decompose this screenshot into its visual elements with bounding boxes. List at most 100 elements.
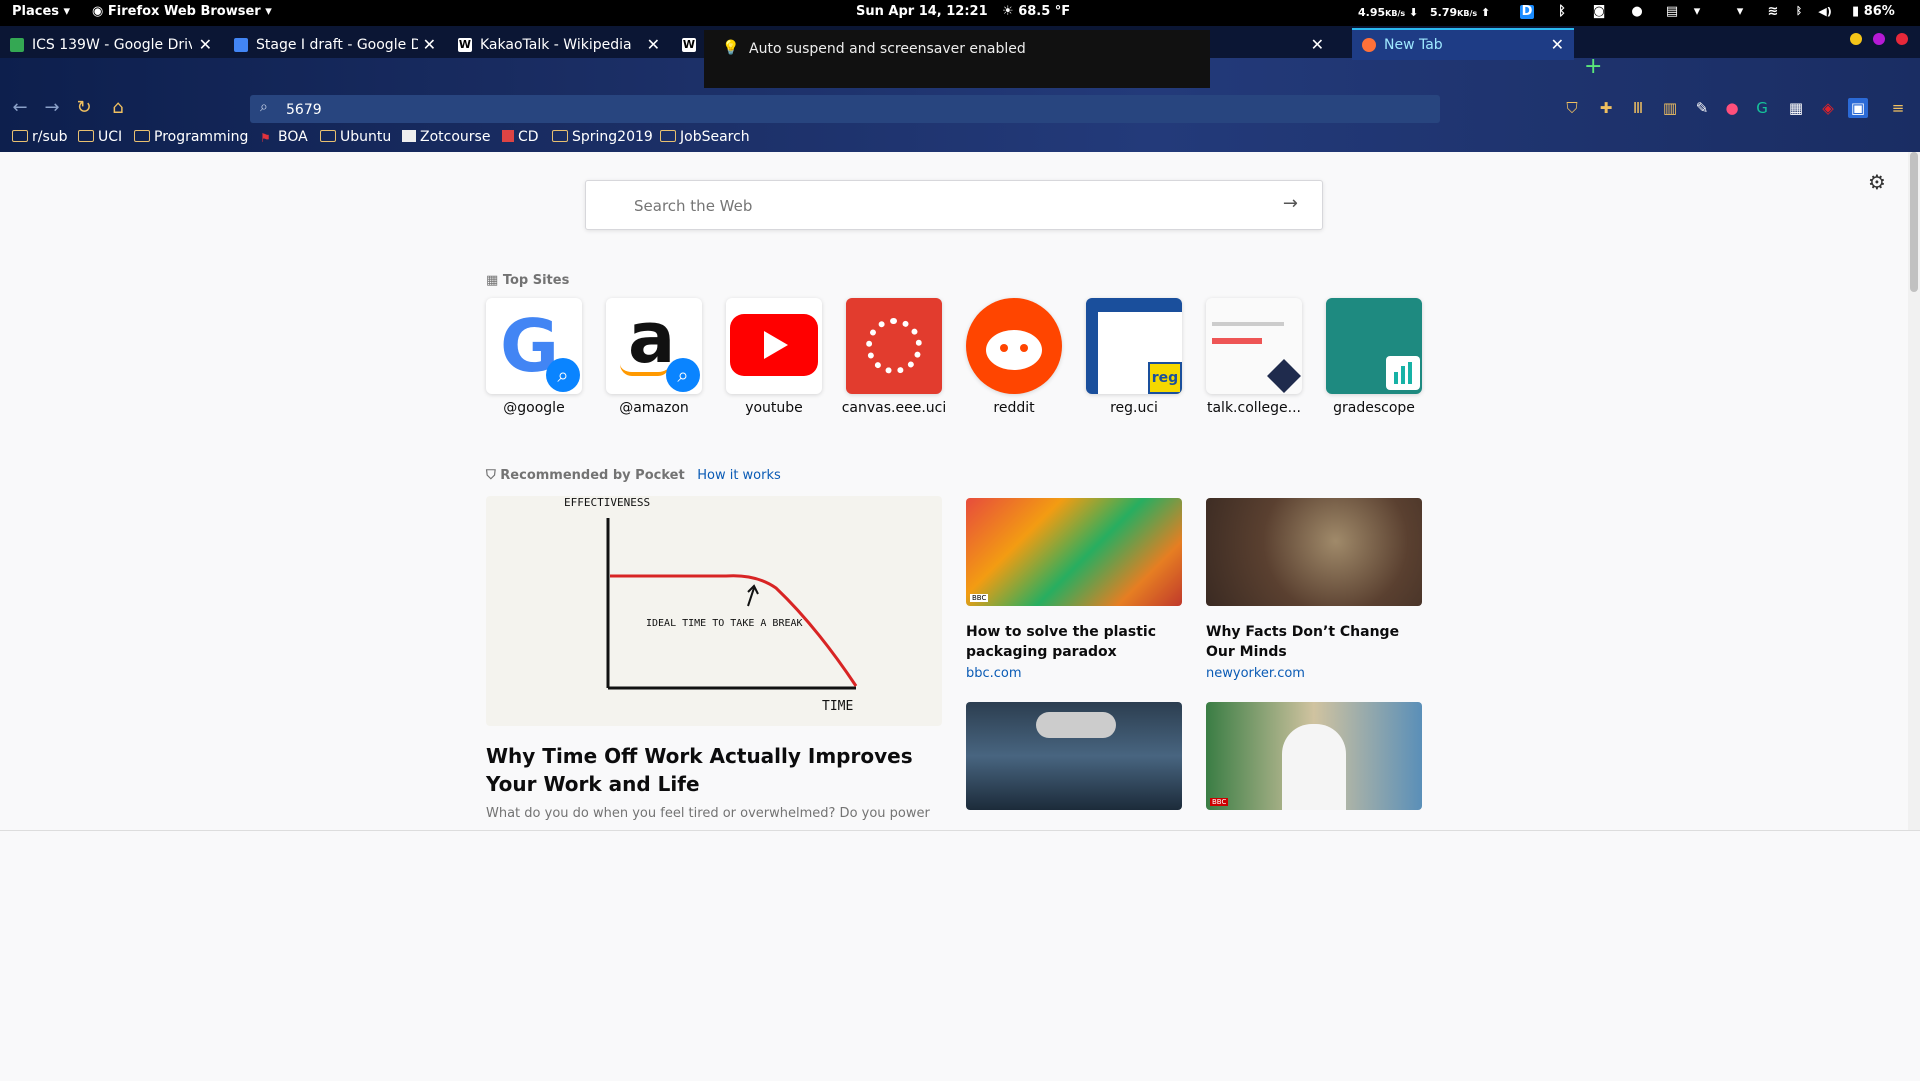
search-input[interactable] [632, 181, 1256, 231]
sidebar-icon[interactable]: ▥ [1660, 98, 1680, 118]
scrollbar-thumb[interactable] [1910, 152, 1918, 292]
url-bar[interactable]: ⌕ [250, 95, 1440, 125]
bookmark-ubuntu[interactable]: Ubuntu [320, 129, 391, 149]
pocket-toolbar-icon[interactable]: ⛉ [1562, 98, 1582, 118]
app-menu[interactable]: ◉ Firefox Web Browser ▾ [92, 4, 272, 19]
home-button[interactable]: ⌂ [106, 96, 130, 120]
reload-button[interactable]: ↻ [72, 96, 96, 120]
tab-google-drive[interactable]: ICS 139W - Google Drive ✕ [0, 30, 222, 60]
forward-button[interactable]: → [40, 96, 64, 120]
library-icon[interactable]: Ⅲ [1628, 98, 1648, 118]
bookmark-spring2019[interactable]: Spring2019 [552, 129, 653, 149]
top-site-label: canvas.eee.uci [841, 400, 947, 416]
volume-icon[interactable]: ◀) [1818, 5, 1832, 19]
back-button[interactable]: ← [8, 96, 32, 120]
youtube-tile [726, 298, 822, 394]
bookmark-programming[interactable]: Programming [134, 129, 248, 149]
bbc-news-badge: BBC [970, 594, 989, 602]
dropbox-icon[interactable]: D [1520, 5, 1534, 19]
web-search-box[interactable]: → [585, 180, 1323, 231]
pocket-title: Recommended by Pocket [500, 468, 685, 483]
tab-new-tab[interactable]: New Tab ✕ [1352, 28, 1574, 60]
youtube-logo-icon [730, 314, 818, 376]
pocket-feature-card[interactable]: EFFECTIVENESS TIME IDEAL TIME TO TAKE A … [486, 496, 942, 836]
pocket-card[interactable] [966, 702, 1182, 830]
wikipedia-icon: W [682, 38, 696, 52]
new-tab-button[interactable]: + [1584, 56, 1602, 78]
screenshot-icon[interactable]: ◙ [1592, 5, 1606, 19]
top-site-label: gradescope [1333, 400, 1415, 416]
wifi-icon[interactable]: ≋ [1766, 5, 1780, 19]
clock[interactable]: Sun Apr 14, 12:21 [856, 4, 988, 19]
canvas-tile [846, 298, 942, 394]
arrow-right-icon[interactable]: → [1283, 193, 1298, 214]
top-sites-header: ▦ Top Sites [486, 273, 569, 288]
top-site-label: reddit [993, 400, 1035, 416]
how-it-works-link[interactable]: How it works [697, 468, 781, 483]
close-window-button[interactable] [1896, 33, 1908, 45]
chevron-down-icon[interactable]: ▾ [1733, 5, 1747, 19]
close-icon[interactable]: ✕ [1311, 35, 1324, 54]
bookmark-rsub[interactable]: r/sub [12, 129, 68, 149]
bluetooth-small-icon[interactable]: ᛒ [1792, 5, 1806, 19]
addon-icon-4[interactable]: ▣ [1848, 98, 1868, 118]
search-icon: ⌕ [260, 99, 268, 115]
pocket-card[interactable]: BBC How to solve the plastic packaging p… [966, 498, 1182, 688]
minimize-button[interactable] [1850, 33, 1862, 45]
pocket-card[interactable]: Why Facts Don’t Change Our Minds newyork… [1206, 498, 1422, 688]
places-menu[interactable]: Places ▾ [12, 4, 70, 19]
tab-hidden[interactable]: ✕ [1212, 30, 1334, 60]
close-icon[interactable]: ✕ [1551, 35, 1564, 54]
gradescope-logo-icon [1386, 356, 1420, 390]
bookmark-zotcourse[interactable]: Zotcourse [402, 129, 490, 149]
card-image [966, 702, 1182, 810]
net-down-value: 4.95 [1358, 6, 1386, 19]
firefox-icon: ◉ [92, 4, 104, 19]
tab-google-docs[interactable]: Stage I draft - Google Docs ✕ [224, 30, 446, 60]
bookmark-label: JobSearch [680, 129, 750, 145]
reg-badge-icon: reg [1148, 362, 1182, 394]
cloud-shape [1036, 712, 1116, 738]
extensions-icon[interactable]: ✚ [1596, 98, 1616, 118]
bluetooth-icon[interactable]: ᛒ [1555, 5, 1569, 19]
net-speed-indicator[interactable]: 4.95KB/s ⬇ 5.79KB/s ⬆ [1358, 6, 1490, 19]
menu-icon[interactable]: ≡ [1888, 98, 1908, 118]
url-input[interactable] [284, 95, 1428, 125]
card-image [1206, 498, 1422, 606]
bookmark-label: UCI [98, 129, 123, 145]
wikipedia-icon: W [458, 38, 472, 52]
tab-label: ICS 139W - Google Drive [32, 37, 192, 53]
amazon-smile-icon [620, 364, 670, 376]
addon-icon-3[interactable]: ▦ [1786, 98, 1806, 118]
close-icon[interactable]: ✕ [647, 35, 660, 54]
google-drive-icon [10, 38, 24, 52]
card-title: Why Facts Don’t Change Our Minds [1206, 624, 1400, 660]
close-icon[interactable]: ✕ [199, 35, 212, 54]
pocket-card[interactable]: BBC [1206, 702, 1422, 830]
bookmark-uci[interactable]: UCI [78, 129, 122, 149]
close-icon[interactable]: ✕ [423, 35, 436, 54]
clipboard-icon[interactable]: ▤ [1665, 5, 1679, 19]
tab-label: New Tab [1384, 37, 1443, 53]
bookmark-cd[interactable]: CD [502, 129, 539, 149]
grammarly-icon[interactable]: G [1752, 98, 1772, 118]
battery-indicator[interactable]: ▮ 86% [1852, 4, 1895, 19]
tab-wikipedia[interactable]: W KakaoTalk - Wikipedia ✕ [448, 30, 670, 60]
ublock-icon[interactable]: ◈ [1818, 98, 1838, 118]
addon-icon-2[interactable]: ● [1722, 98, 1742, 118]
top-site-label: talk.college... [1206, 400, 1302, 416]
bookmark-label: r/sub [32, 129, 68, 145]
gear-icon[interactable]: ⚙ [1868, 170, 1886, 194]
bookmark-boa[interactable]: ⚑ BOA [260, 129, 308, 149]
grid-icon: ▦ [486, 273, 499, 288]
top-site-label: reg.uci [1110, 400, 1158, 416]
card-source: newyorker.com [1206, 666, 1305, 681]
bookmark-jobsearch[interactable]: JobSearch [660, 129, 750, 149]
maximize-button[interactable] [1873, 33, 1885, 45]
tab-wikipedia-2[interactable]: W [672, 30, 706, 60]
chat-icon[interactable]: ● [1630, 5, 1644, 19]
weather-indicator[interactable]: ☀ 68.5 °F [1002, 4, 1070, 19]
addon-icon-1[interactable]: ✎ [1692, 98, 1712, 118]
bookmark-label: Programming [154, 129, 249, 145]
chevron-down-icon[interactable]: ▾ [1690, 5, 1704, 19]
